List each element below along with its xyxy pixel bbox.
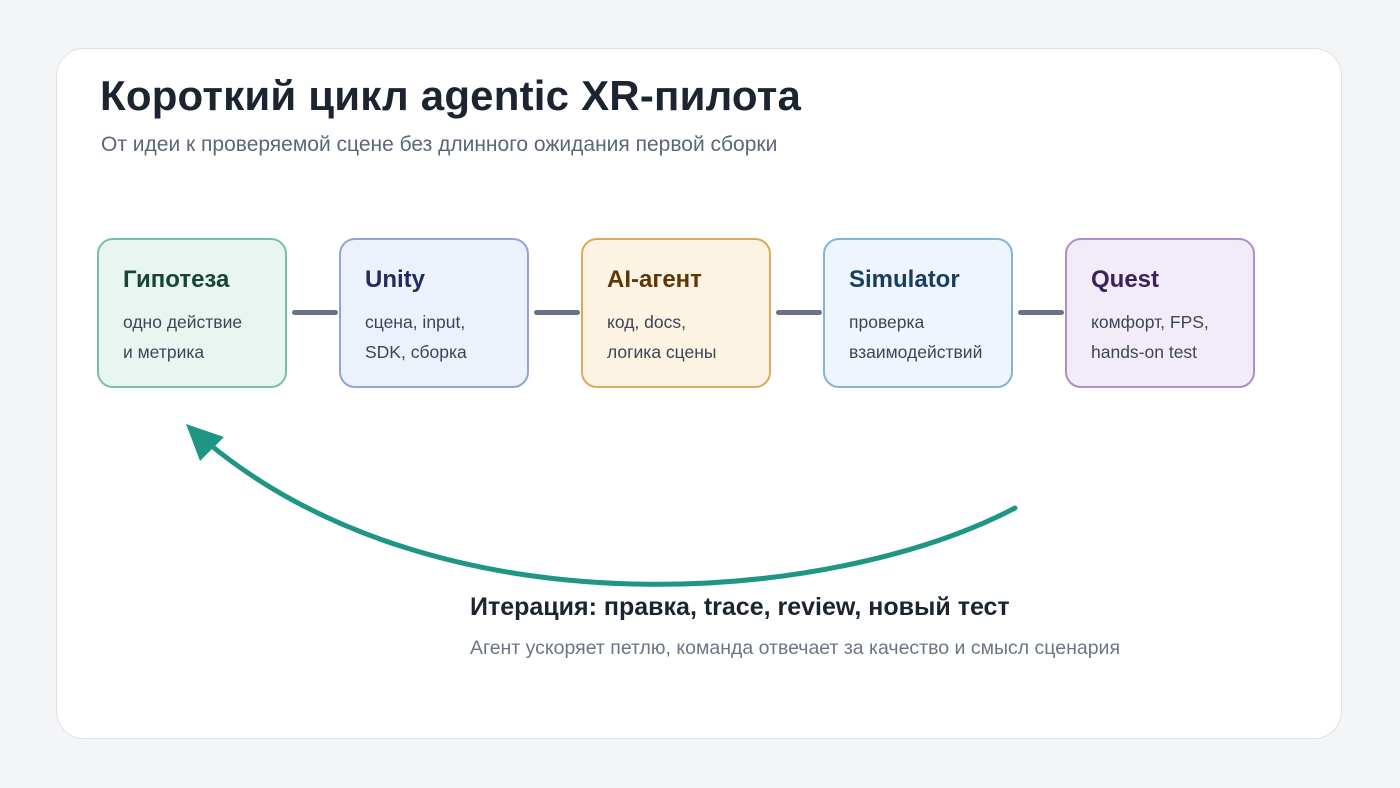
feedback-loop-arrow (186, 424, 1018, 587)
loop-arrow-curve (205, 440, 1018, 587)
iteration-subtitle: Агент ускоряет петлю, команда отвечает з… (470, 637, 1121, 659)
iteration-title: Итерация: правка, trace, review, новый т… (470, 593, 1010, 621)
loop-arrow-head (186, 424, 224, 461)
